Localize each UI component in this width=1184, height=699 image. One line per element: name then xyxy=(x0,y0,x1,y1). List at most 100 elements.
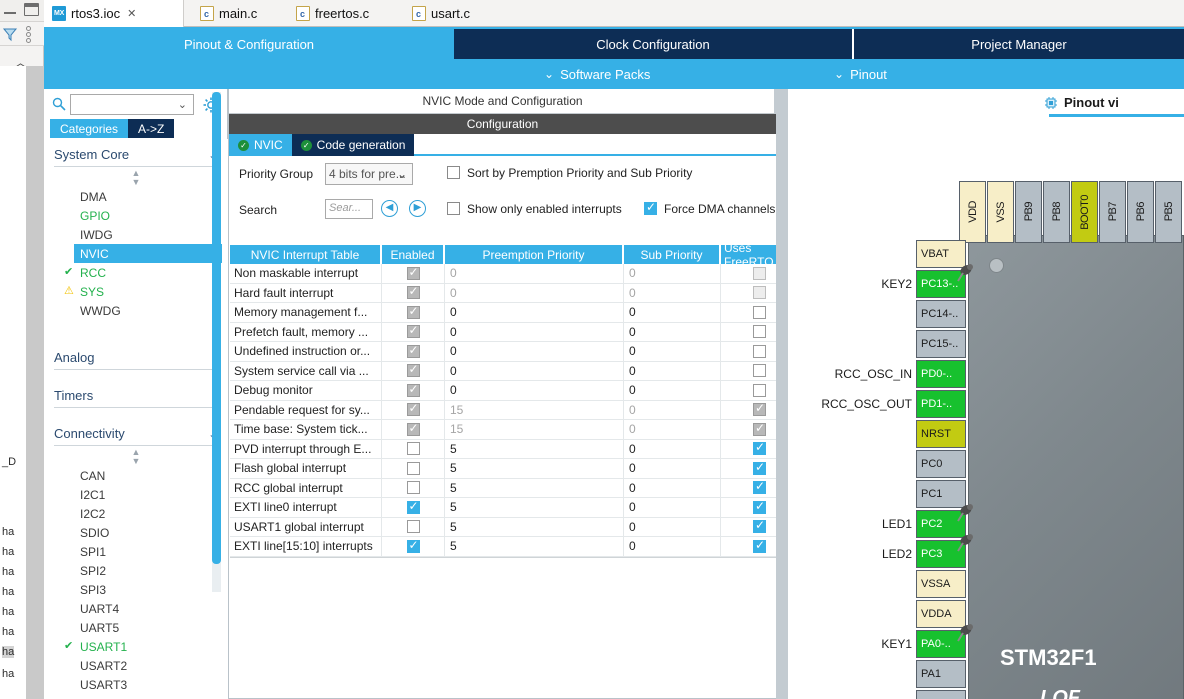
group-header-system-core[interactable]: System Core ⌄ xyxy=(54,143,218,167)
component-item-i2c2[interactable]: I2C2 xyxy=(44,504,228,523)
enabled-checkbox[interactable] xyxy=(406,481,420,495)
pushpin-icon[interactable] xyxy=(957,622,979,644)
cell-uses-freertos[interactable] xyxy=(721,381,776,400)
table-row[interactable]: Time base: System tick... 150 xyxy=(230,420,776,440)
enabled-checkbox[interactable] xyxy=(406,421,420,436)
tab-a-to-z[interactable]: A->Z xyxy=(128,119,175,138)
cell-preemption-priority[interactable]: 5 xyxy=(445,498,624,517)
cell-uses-freertos[interactable] xyxy=(721,420,776,439)
table-row[interactable]: EXTI line0 interrupt 50 xyxy=(230,498,776,518)
priority-group-select[interactable]: 4 bits for pre... ⌄ xyxy=(325,163,413,185)
enabled-checkbox[interactable] xyxy=(406,520,420,534)
table-row[interactable]: USART1 global interrupt 5 0 xyxy=(230,517,776,537)
cell-sub-priority[interactable]: 0 xyxy=(624,400,721,419)
enabled-checkbox[interactable] xyxy=(406,343,420,358)
editor-tab-freertos-c[interactable]: freertos.c xyxy=(288,0,398,27)
chip-pin-vssa[interactable]: VSSA xyxy=(916,570,966,598)
cell-uses-freertos[interactable] xyxy=(721,284,776,303)
uses-freertos-checkbox[interactable] xyxy=(753,286,766,300)
component-item-iwdg[interactable]: IWDG xyxy=(44,225,228,244)
table-row[interactable]: Pendable request for sy... 150 xyxy=(230,400,776,420)
enabled-checkbox[interactable] xyxy=(406,382,420,397)
cell-enabled[interactable] xyxy=(382,478,445,497)
uses-freertos-checkbox[interactable] xyxy=(753,518,766,534)
tab-clock-configuration[interactable]: Clock Configuration xyxy=(454,29,852,59)
cell-sub-priority[interactable]: 0 xyxy=(624,303,721,322)
enabled-checkbox[interactable] xyxy=(406,323,420,339)
configuration-panel-scrollbar[interactable] xyxy=(776,89,788,699)
table-row[interactable]: Flash global interrupt 5 0 xyxy=(230,459,776,479)
cell-enabled[interactable] xyxy=(382,283,445,302)
cell-sub-priority[interactable]: 0 xyxy=(624,439,721,458)
uses-freertos-checkbox[interactable] xyxy=(753,383,766,397)
cell-preemption-priority[interactable]: 0 xyxy=(445,342,624,361)
uses-freertos-checkbox[interactable] xyxy=(753,344,766,358)
subnav-pinout[interactable]: ⌄ Pinout xyxy=(834,61,887,87)
tab-pinout-and-configuration[interactable]: Pinout & Configuration xyxy=(44,29,454,59)
group-header-connectivity[interactable]: Connectivity ⌄ xyxy=(54,422,218,446)
column-header-uses-freertos[interactable]: Uses FreeRTO xyxy=(721,241,776,269)
cell-enabled[interactable] xyxy=(382,498,445,517)
chip-pin-pd0[interactable]: PD0-.. xyxy=(916,360,966,388)
interrupt-search-input[interactable]: Sear... xyxy=(325,199,373,219)
chip-pin-pb5[interactable]: PB5 xyxy=(1155,181,1182,243)
enabled-checkbox[interactable] xyxy=(406,461,420,475)
chip-pin-pa2[interactable]: PA2 xyxy=(916,690,966,699)
uses-freertos-checkbox[interactable] xyxy=(753,460,766,475)
chip-body[interactable]: STM32F1 LQF CSDN @桃成蹊2.0 xyxy=(968,235,1184,699)
component-list-scrollbar[interactable] xyxy=(212,92,221,592)
cell-sub-priority[interactable]: 0 xyxy=(624,283,721,302)
cell-preemption-priority[interactable]: 5 xyxy=(445,537,624,556)
component-item-gpio[interactable]: GPIO xyxy=(44,206,228,225)
subnav-software-packs[interactable]: ⌄ Software Packs xyxy=(544,61,650,87)
pushpin-icon[interactable] xyxy=(957,532,979,554)
cell-sub-priority[interactable]: 0 xyxy=(624,478,721,497)
tab-categories[interactable]: Categories xyxy=(50,119,129,138)
tab-nvic[interactable]: ✓ NVIC xyxy=(229,134,292,156)
component-item-nvic[interactable]: NVIC xyxy=(74,244,222,263)
chip-pin-pb8[interactable]: PB8 xyxy=(1043,181,1070,243)
component-search-input[interactable]: ⌄ xyxy=(70,94,194,115)
gutter-scroll-strip[interactable] xyxy=(26,66,44,699)
component-item-uart4[interactable]: UART4 xyxy=(44,599,228,618)
cell-preemption-priority[interactable]: 0 xyxy=(445,303,624,322)
cell-enabled[interactable] xyxy=(382,420,445,439)
component-item-usart3[interactable]: USART3 xyxy=(44,675,228,694)
cell-preemption-priority[interactable]: 0 xyxy=(445,264,624,283)
cell-preemption-priority[interactable]: 0 xyxy=(445,361,624,380)
cell-sub-priority[interactable]: 0 xyxy=(624,498,721,517)
cell-enabled[interactable] xyxy=(382,537,445,556)
cell-preemption-priority[interactable]: 5 xyxy=(445,478,624,497)
column-header-enabled[interactable]: Enabled xyxy=(382,245,445,264)
uses-freertos-checkbox[interactable] xyxy=(753,440,766,456)
uses-freertos-checkbox[interactable] xyxy=(753,538,766,553)
component-item-can[interactable]: CAN xyxy=(44,466,228,485)
chip-pin-pc15[interactable]: PC15-.. xyxy=(916,330,966,358)
component-item-spi3[interactable]: SPI3 xyxy=(44,580,228,599)
table-row[interactable]: RCC global interrupt 5 0 xyxy=(230,478,776,498)
chip-pin-pa1[interactable]: PA1 xyxy=(916,660,966,688)
component-item-sys[interactable]: ⚠ SYS xyxy=(44,282,228,301)
chip-pin-pc14[interactable]: PC14-.. xyxy=(916,300,966,328)
filter-icon[interactable] xyxy=(2,26,18,42)
pinout-view-header[interactable]: Pinout vi xyxy=(1044,89,1184,116)
pushpin-icon[interactable] xyxy=(957,262,979,284)
view-menu-icon[interactable] xyxy=(26,26,32,44)
cell-preemption-priority[interactable]: 15 xyxy=(445,400,624,419)
table-row[interactable]: Memory management f... 00 xyxy=(230,303,776,323)
cell-uses-freertos[interactable] xyxy=(721,459,776,478)
cell-uses-freertos[interactable] xyxy=(721,323,776,342)
component-item-sdio[interactable]: SDIO xyxy=(44,523,228,542)
table-row[interactable]: PVD interrupt through E... 5 0 xyxy=(230,439,776,459)
cell-uses-freertos[interactable] xyxy=(721,518,776,537)
table-row[interactable]: Undefined instruction or... 00 xyxy=(230,342,776,362)
cell-preemption-priority[interactable]: 0 xyxy=(445,381,624,400)
chip-pin-vss[interactable]: VSS xyxy=(987,181,1014,243)
cell-enabled[interactable] xyxy=(382,400,445,419)
table-row[interactable]: Non maskable interrupt 00 xyxy=(230,264,776,284)
table-row[interactable]: Hard fault interrupt 00 xyxy=(230,283,776,303)
group-header-analog[interactable]: Analog › xyxy=(54,346,218,370)
chip-pin-vdd[interactable]: VDD xyxy=(959,181,986,243)
cell-enabled[interactable] xyxy=(382,322,445,341)
editor-tab-usart-c[interactable]: usart.c xyxy=(404,0,500,27)
